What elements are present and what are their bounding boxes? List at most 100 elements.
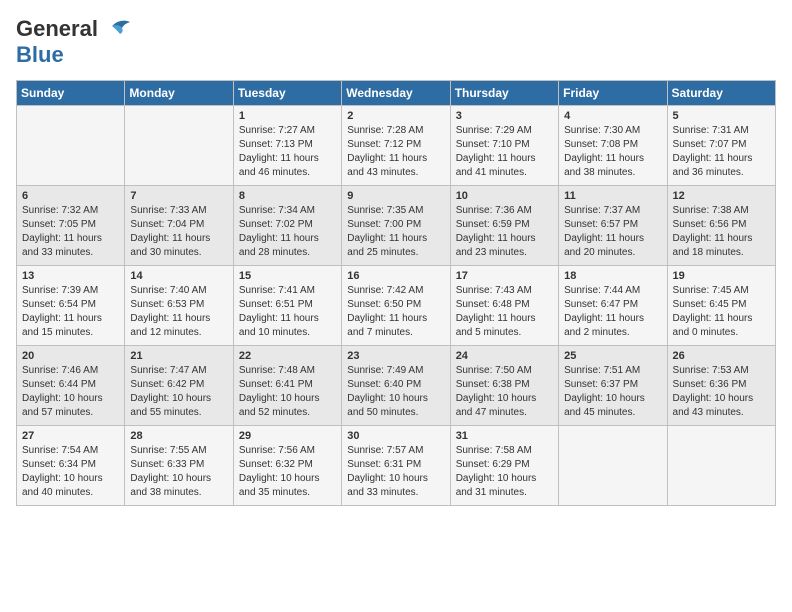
calendar-cell: 22 Sunrise: 7:48 AM Sunset: 6:41 PM Dayli… <box>233 346 341 426</box>
calendar-table: SundayMondayTuesdayWednesdayThursdayFrid… <box>16 80 776 506</box>
day-info: Sunrise: 7:47 AM Sunset: 6:42 PM Dayligh… <box>130 364 227 420</box>
day-number: 17 <box>456 270 553 282</box>
day-info: Sunrise: 7:40 AM Sunset: 6:53 PM Dayligh… <box>130 284 227 340</box>
calendar-cell: 10Sunrise: 7:36 AM Sunset: 6:59 PM Dayli… <box>450 186 558 266</box>
day-info: Sunrise: 7:36 AM Sunset: 6:59 PM Dayligh… <box>456 204 553 260</box>
day-number: 12 <box>673 190 770 202</box>
day-number: 28 <box>130 430 227 442</box>
calendar-cell: 23 Sunrise: 7:49 AM Sunset: 6:40 PM Dayli… <box>342 346 450 426</box>
day-number: 9 <box>347 190 444 202</box>
day-number: 27 <box>22 430 119 442</box>
day-number: 1 <box>239 110 336 122</box>
day-number: 2 <box>347 110 444 122</box>
day-number: 18 <box>564 270 661 282</box>
calendar-cell: 28 Sunrise: 7:55 AM Sunset: 6:33 PM Dayli… <box>125 426 233 506</box>
calendar-cell: 9 Sunrise: 7:35 AM Sunset: 7:00 PM Daylig… <box>342 186 450 266</box>
day-info: Sunrise: 7:41 AM Sunset: 6:51 PM Dayligh… <box>239 284 336 340</box>
day-info: Sunrise: 7:54 AM Sunset: 6:34 PM Dayligh… <box>22 444 119 500</box>
calendar-cell: 11 Sunrise: 7:37 AM Sunset: 6:57 PM Dayli… <box>559 186 667 266</box>
day-info: Sunrise: 7:38 AM Sunset: 6:56 PM Dayligh… <box>673 204 770 260</box>
calendar-cell: 6 Sunrise: 7:32 AM Sunset: 7:05 PM Daylig… <box>17 186 125 266</box>
calendar-cell: 17 Sunrise: 7:43 AM Sunset: 6:48 PM Dayli… <box>450 266 558 346</box>
day-number: 5 <box>673 110 770 122</box>
weekday-header-wednesday: Wednesday <box>342 81 450 106</box>
day-number: 14 <box>130 270 227 282</box>
day-info: Sunrise: 7:37 AM Sunset: 6:57 PM Dayligh… <box>564 204 661 260</box>
calendar-cell: 21 Sunrise: 7:47 AM Sunset: 6:42 PM Dayli… <box>125 346 233 426</box>
day-info: Sunrise: 7:31 AM Sunset: 7:07 PM Dayligh… <box>673 124 770 180</box>
day-info: Sunrise: 7:48 AM Sunset: 6:41 PM Dayligh… <box>239 364 336 420</box>
weekday-header-tuesday: Tuesday <box>233 81 341 106</box>
logo: General Blue <box>16 16 132 68</box>
weekday-header-sunday: Sunday <box>17 81 125 106</box>
week-row-4: 20Sunrise: 7:46 AM Sunset: 6:44 PM Dayli… <box>17 346 776 426</box>
day-number: 19 <box>673 270 770 282</box>
logo-bird-icon <box>102 18 132 40</box>
day-number: 22 <box>239 350 336 362</box>
calendar-cell: 3 Sunrise: 7:29 AM Sunset: 7:10 PM Daylig… <box>450 106 558 186</box>
day-info: Sunrise: 7:58 AM Sunset: 6:29 PM Dayligh… <box>456 444 553 500</box>
calendar-cell: 27 Sunrise: 7:54 AM Sunset: 6:34 PM Dayli… <box>17 426 125 506</box>
day-info: Sunrise: 7:30 AM Sunset: 7:08 PM Dayligh… <box>564 124 661 180</box>
day-info: Sunrise: 7:27 AM Sunset: 7:13 PM Dayligh… <box>239 124 336 180</box>
day-info: Sunrise: 7:29 AM Sunset: 7:10 PM Dayligh… <box>456 124 553 180</box>
day-number: 11 <box>564 190 661 202</box>
day-info: Sunrise: 7:49 AM Sunset: 6:40 PM Dayligh… <box>347 364 444 420</box>
week-row-3: 13 Sunrise: 7:39 AM Sunset: 6:54 PM Dayli… <box>17 266 776 346</box>
day-info: Sunrise: 7:35 AM Sunset: 7:00 PM Dayligh… <box>347 204 444 260</box>
calendar-cell: 7Sunrise: 7:33 AM Sunset: 7:04 PM Daylig… <box>125 186 233 266</box>
calendar-cell: 24 Sunrise: 7:50 AM Sunset: 6:38 PM Dayli… <box>450 346 558 426</box>
weekday-header-saturday: Saturday <box>667 81 775 106</box>
calendar-cell <box>559 426 667 506</box>
calendar-cell: 5 Sunrise: 7:31 AM Sunset: 7:07 PM Daylig… <box>667 106 775 186</box>
calendar-cell: 15 Sunrise: 7:41 AM Sunset: 6:51 PM Dayli… <box>233 266 341 346</box>
day-number: 8 <box>239 190 336 202</box>
calendar-cell: 12 Sunrise: 7:38 AM Sunset: 6:56 PM Dayli… <box>667 186 775 266</box>
day-number: 20 <box>22 350 119 362</box>
calendar-cell: 16 Sunrise: 7:42 AM Sunset: 6:50 PM Dayli… <box>342 266 450 346</box>
day-number: 15 <box>239 270 336 282</box>
calendar-cell <box>125 106 233 186</box>
day-number: 30 <box>347 430 444 442</box>
calendar-cell: 4Sunrise: 7:30 AM Sunset: 7:08 PM Daylig… <box>559 106 667 186</box>
week-row-5: 27 Sunrise: 7:54 AM Sunset: 6:34 PM Dayli… <box>17 426 776 506</box>
day-info: Sunrise: 7:43 AM Sunset: 6:48 PM Dayligh… <box>456 284 553 340</box>
day-number: 25 <box>564 350 661 362</box>
calendar-cell: 8Sunrise: 7:34 AM Sunset: 7:02 PM Daylig… <box>233 186 341 266</box>
day-info: Sunrise: 7:39 AM Sunset: 6:54 PM Dayligh… <box>22 284 119 340</box>
calendar-cell: 1 Sunrise: 7:27 AM Sunset: 7:13 PM Daylig… <box>233 106 341 186</box>
logo-blue-text: Blue <box>16 42 64 68</box>
day-number: 16 <box>347 270 444 282</box>
day-number: 23 <box>347 350 444 362</box>
page-header: General Blue <box>16 16 776 68</box>
day-number: 13 <box>22 270 119 282</box>
day-info: Sunrise: 7:57 AM Sunset: 6:31 PM Dayligh… <box>347 444 444 500</box>
calendar-cell: 26Sunrise: 7:53 AM Sunset: 6:36 PM Dayli… <box>667 346 775 426</box>
weekday-header-thursday: Thursday <box>450 81 558 106</box>
day-info: Sunrise: 7:42 AM Sunset: 6:50 PM Dayligh… <box>347 284 444 340</box>
day-info: Sunrise: 7:44 AM Sunset: 6:47 PM Dayligh… <box>564 284 661 340</box>
calendar-cell <box>17 106 125 186</box>
calendar-cell: 19 Sunrise: 7:45 AM Sunset: 6:45 PM Dayli… <box>667 266 775 346</box>
week-row-2: 6 Sunrise: 7:32 AM Sunset: 7:05 PM Daylig… <box>17 186 776 266</box>
day-info: Sunrise: 7:33 AM Sunset: 7:04 PM Dayligh… <box>130 204 227 260</box>
day-number: 21 <box>130 350 227 362</box>
day-info: Sunrise: 7:55 AM Sunset: 6:33 PM Dayligh… <box>130 444 227 500</box>
day-number: 6 <box>22 190 119 202</box>
day-number: 3 <box>456 110 553 122</box>
day-number: 29 <box>239 430 336 442</box>
day-info: Sunrise: 7:45 AM Sunset: 6:45 PM Dayligh… <box>673 284 770 340</box>
calendar-cell: 29Sunrise: 7:56 AM Sunset: 6:32 PM Dayli… <box>233 426 341 506</box>
day-number: 24 <box>456 350 553 362</box>
logo-general-text: General <box>16 16 98 42</box>
calendar-cell: 31 Sunrise: 7:58 AM Sunset: 6:29 PM Dayli… <box>450 426 558 506</box>
calendar-cell: 30 Sunrise: 7:57 AM Sunset: 6:31 PM Dayli… <box>342 426 450 506</box>
day-number: 31 <box>456 430 553 442</box>
week-row-1: 1 Sunrise: 7:27 AM Sunset: 7:13 PM Daylig… <box>17 106 776 186</box>
day-info: Sunrise: 7:50 AM Sunset: 6:38 PM Dayligh… <box>456 364 553 420</box>
day-info: Sunrise: 7:51 AM Sunset: 6:37 PM Dayligh… <box>564 364 661 420</box>
calendar-cell: 18 Sunrise: 7:44 AM Sunset: 6:47 PM Dayli… <box>559 266 667 346</box>
day-info: Sunrise: 7:32 AM Sunset: 7:05 PM Dayligh… <box>22 204 119 260</box>
day-number: 26 <box>673 350 770 362</box>
calendar-cell: 14 Sunrise: 7:40 AM Sunset: 6:53 PM Dayli… <box>125 266 233 346</box>
